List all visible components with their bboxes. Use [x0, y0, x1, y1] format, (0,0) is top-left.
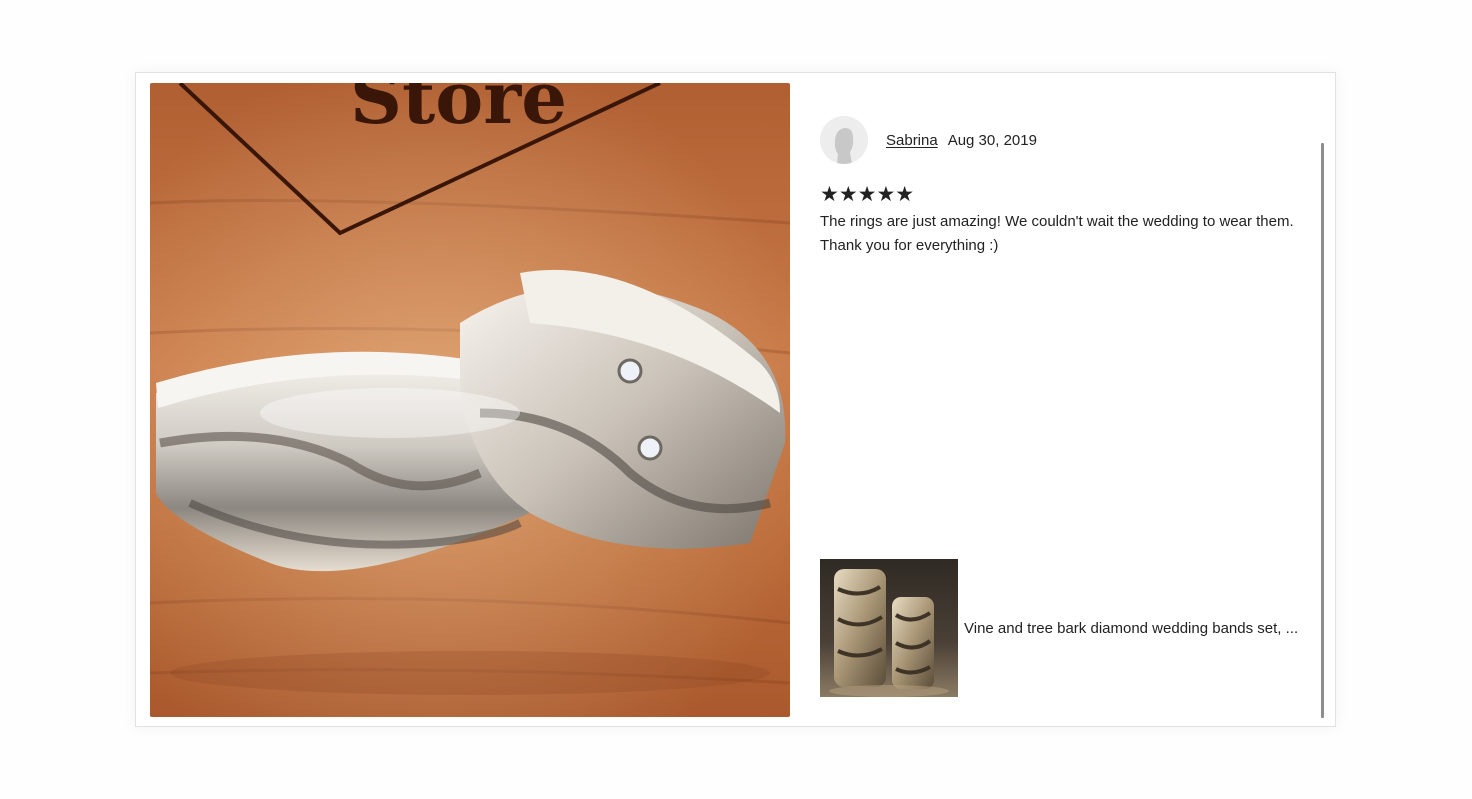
review-text: The rings are just amazing! We couldn't … — [820, 213, 1294, 254]
product-thumbnail[interactable] — [820, 559, 958, 697]
review-photo[interactable]: Store — [150, 83, 790, 717]
review-date: Aug 30, 2019 — [947, 131, 1037, 149]
rings-photo-image: Store — [150, 83, 790, 717]
photo-sign-text: Store — [350, 83, 567, 140]
product-thumbnail-image — [820, 559, 958, 697]
avatar[interactable] — [820, 116, 868, 164]
reviewed-product-link[interactable]: Vine and tree bark diamond wedding bands… — [820, 559, 1298, 697]
review-modal: Store Sabrina Aug 30, 2019 ★★★★★ The rin… — [135, 72, 1336, 727]
reviewer-name-link[interactable]: Sabrina — [886, 132, 938, 149]
review-panel: Sabrina Aug 30, 2019 ★★★★★ The rings are… — [820, 73, 1320, 726]
product-title[interactable]: Vine and tree bark diamond wedding bands… — [964, 620, 1298, 637]
star-rating: ★★★★★ — [820, 183, 915, 206]
scrollbar[interactable] — [1321, 143, 1324, 718]
default-avatar-icon — [820, 116, 868, 164]
reviewer-row: Sabrina Aug 30, 2019 — [820, 116, 1037, 164]
